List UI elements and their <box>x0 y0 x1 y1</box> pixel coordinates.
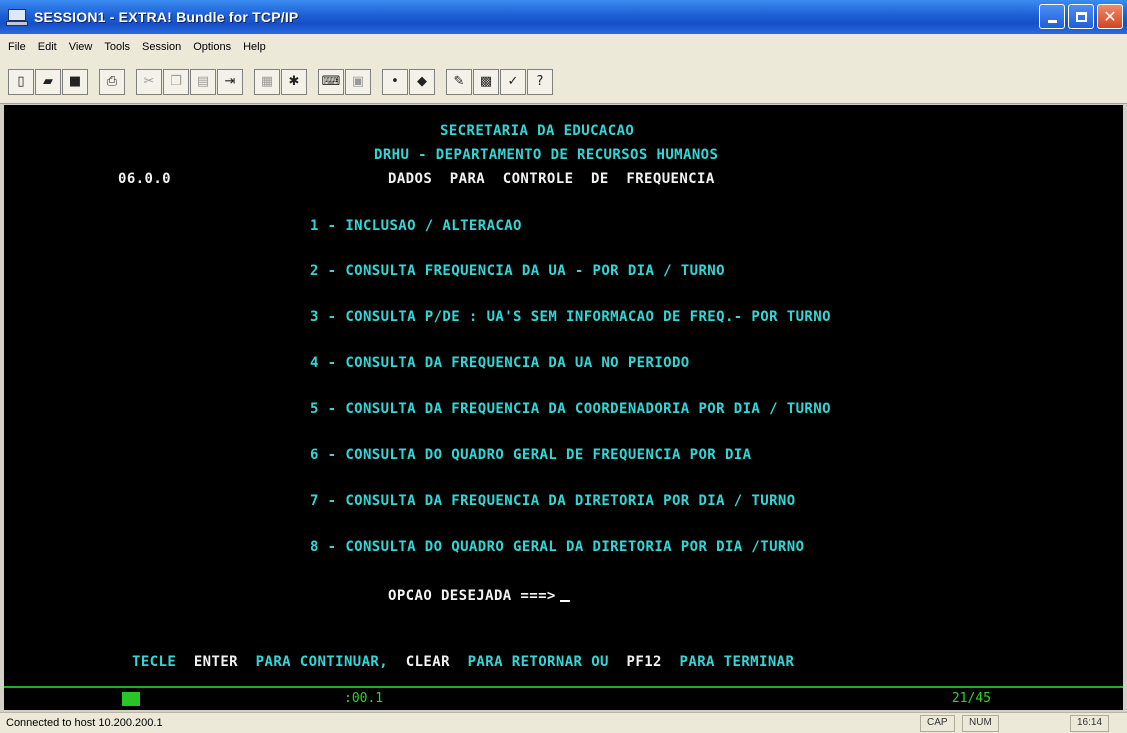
toolbar-group: • ◆ <box>382 68 436 95</box>
macro-button[interactable]: ⇥ <box>217 68 243 95</box>
context-help-icon: ? <box>536 74 544 89</box>
clock: 16:14 <box>1070 715 1110 732</box>
header-drhu: DRHU - DEPARTAMENTO DE RECURSOS HUMANOS <box>374 147 719 163</box>
footer-text-3: PARA RETORNAR OU <box>467 654 609 670</box>
cut-icon: ✂ <box>143 74 155 89</box>
cursor-position: 21/45 <box>951 691 991 706</box>
menu-option-8: 8 - CONSULTA DO QUADRO GERAL DA DIRETORI… <box>310 539 805 555</box>
tools-icon: ✱ <box>288 74 300 89</box>
menu-option-7: 7 - CONSULTA DA FREQUENCIA DA DIRETORIA … <box>310 493 796 509</box>
menu-option-1: 1 - INCLUSAO / ALTERACAO <box>310 218 522 234</box>
menu-help[interactable]: Help <box>243 41 266 53</box>
title-bar[interactable]: SESSION1 - EXTRA! Bundle for TCP/IP ✕ <box>0 0 1127 34</box>
maximize-button[interactable] <box>1068 4 1094 29</box>
menu-option-6: 6 - CONSULTA DO QUADRO GERAL DE FREQUENC… <box>310 447 752 463</box>
new-document-button[interactable]: ▯ <box>8 68 34 95</box>
connect-button[interactable]: • <box>382 68 408 95</box>
screen-code: 06.0.0 <box>118 171 171 187</box>
footer-key-pf12: PF12 <box>626 654 662 670</box>
close-icon: ✕ <box>1103 6 1117 26</box>
connection-indicator-icon <box>122 692 140 706</box>
paste-icon: ▤ <box>196 74 210 89</box>
toolbar-group: ⌨ ▣ <box>318 68 372 95</box>
cut-button[interactable]: ✂ <box>136 68 162 95</box>
paste-button[interactable]: ▤ <box>190 68 216 95</box>
toolbar-group: ▯ ▰ ■ <box>8 68 89 95</box>
transfer-button[interactable]: ▦ <box>254 68 280 95</box>
edit-settings-button[interactable]: ✎ <box>446 68 472 95</box>
toolbar-group: ✂ ❐ ▤ ⇥ <box>136 68 244 95</box>
screen-settings-icon: ▩ <box>479 74 493 89</box>
footer-key-clear: CLEAR <box>405 654 450 670</box>
toolbar-group: ✎ ▩ ✓? <box>446 68 554 95</box>
keyboard-map-icon: ⌨ <box>321 74 341 89</box>
menu-option-2: 2 - CONSULTA FREQUENCIA DA UA - POR DIA … <box>310 263 725 279</box>
menu-options[interactable]: Options <box>193 41 231 53</box>
footer-text-2: PARA CONTINUAR, <box>255 654 389 670</box>
caps-lock-indicator: CAP <box>920 715 955 732</box>
copy-icon: ❐ <box>170 74 182 89</box>
transfer-icon: ▦ <box>260 74 274 89</box>
option-input-cursor[interactable] <box>559 600 570 602</box>
menu-edit[interactable]: Edit <box>38 41 57 53</box>
menu-session[interactable]: Session <box>142 41 181 53</box>
option-prompt-label: OPCAO DESEJADA ===> <box>388 588 556 604</box>
copy-button[interactable]: ❐ <box>163 68 189 95</box>
keyboard-map-button[interactable]: ⌨ <box>318 68 344 95</box>
menu-bar: File Edit View Tools Session Options Hel… <box>0 34 1127 60</box>
num-lock-indicator: NUM <box>962 715 999 732</box>
oia-session-time: :00.1 <box>344 691 384 706</box>
toolbar: ▯ ▰ ■ ⎙ ✂ ❐ ▤ ⇥ ▦ ✱ ⌨ ▣ • ◆ ✎ ▩ ✓? <box>0 60 1127 104</box>
screen-settings-button[interactable]: ▩ <box>473 68 499 95</box>
toolbar-group: ▦ ✱ <box>254 68 308 95</box>
menu-option-5: 5 - CONSULTA DA FREQUENCIA DA COORDENADO… <box>310 401 831 417</box>
menu-tools[interactable]: Tools <box>104 41 130 53</box>
session-button[interactable]: ◆ <box>409 68 435 95</box>
tools-button[interactable]: ✱ <box>281 68 307 95</box>
display-button[interactable]: ▣ <box>345 68 371 95</box>
screen-title: DADOS PARA CONTROLE DE FREQUENCIA <box>388 171 715 187</box>
menu-view[interactable]: View <box>69 41 93 53</box>
operator-info-area: :00.1 21/45 <box>4 686 1123 710</box>
minimize-button[interactable] <box>1039 4 1065 29</box>
footer-key-enter: ENTER <box>193 654 238 670</box>
print-icon: ⎙ <box>106 74 118 89</box>
open-folder-button[interactable]: ▰ <box>35 68 61 95</box>
maximize-icon <box>1075 11 1087 22</box>
new-document-icon: ▯ <box>17 74 25 89</box>
menu-file[interactable]: File <box>8 41 26 53</box>
open-folder-icon: ▰ <box>43 74 53 89</box>
terminal-screen[interactable]: SECRETARIA DA EDUCACAO DRHU - DEPARTAMEN… <box>4 105 1123 686</box>
save-button[interactable]: ■ <box>62 68 88 95</box>
connect-icon: • <box>391 74 399 89</box>
status-bar: Connected to host 10.200.200.1 CAP NUM 1… <box>0 712 1127 733</box>
check-settings-button[interactable]: ✓ <box>500 68 526 95</box>
terminal-app-icon[interactable] <box>6 8 28 26</box>
footer-instructions: TECLE ENTER PARA CONTINUAR, CLEAR PARA R… <box>132 654 794 670</box>
print-button[interactable]: ⎙ <box>99 68 125 95</box>
menu-option-4: 4 - CONSULTA DA FREQUENCIA DA UA NO PERI… <box>310 355 690 371</box>
footer-text-1: TECLE <box>132 654 177 670</box>
edit-settings-icon: ✎ <box>453 74 465 89</box>
option-prompt: OPCAO DESEJADA ===> <box>388 588 570 604</box>
header-secretaria: SECRETARIA DA EDUCACAO <box>440 123 635 139</box>
display-icon: ▣ <box>351 74 365 89</box>
menu-option-3: 3 - CONSULTA P/DE : UA'S SEM INFORMACAO … <box>310 309 831 325</box>
footer-text-4: PARA TERMINAR <box>679 654 795 670</box>
toolbar-group: ⎙ <box>99 68 126 95</box>
window-title: SESSION1 - EXTRA! Bundle for TCP/IP <box>34 9 299 25</box>
save-icon: ■ <box>68 74 82 89</box>
macro-icon: ⇥ <box>224 74 236 89</box>
minimize-icon <box>1047 20 1057 23</box>
session-icon: ◆ <box>417 74 427 89</box>
check-settings-icon: ✓ <box>507 74 519 89</box>
context-help-button[interactable]: ? <box>527 68 553 95</box>
close-button[interactable]: ✕ <box>1097 4 1123 29</box>
connection-status: Connected to host 10.200.200.1 <box>6 717 163 729</box>
